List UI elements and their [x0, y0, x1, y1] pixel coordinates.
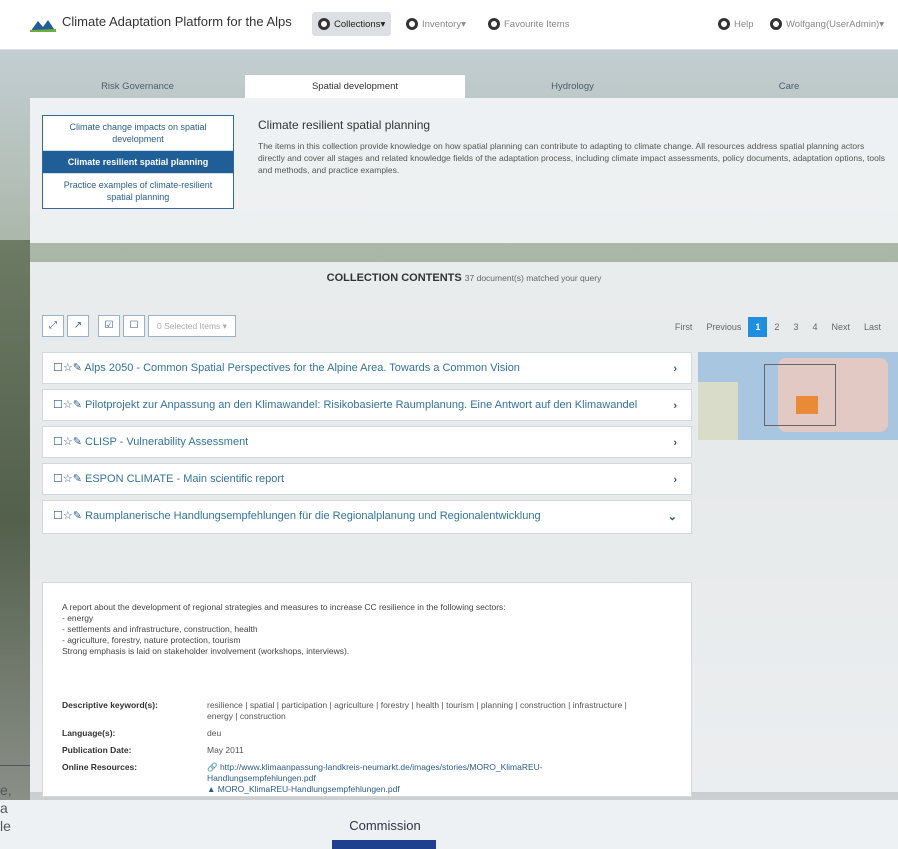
- collection-side-menu: Climate change impacts on spatial develo…: [42, 115, 234, 209]
- description-line: - settlements and infrastructure, constr…: [62, 624, 258, 634]
- help-label: Help: [734, 18, 754, 30]
- favourite-items-link[interactable]: Favourite Items: [482, 12, 575, 36]
- page-2[interactable]: 2: [767, 317, 786, 337]
- user-menu[interactable]: Wolfgang(UserAdmin)▾: [764, 12, 890, 36]
- background-left-strip: [0, 240, 30, 800]
- selected-items-dropdown[interactable]: 0 Selected Items ▾: [148, 315, 236, 337]
- background-footer: [0, 800, 898, 849]
- topic-tabs: Risk Governance Spatial development Hydr…: [30, 75, 898, 98]
- commission-bar: [332, 840, 436, 849]
- page-1[interactable]: 1: [748, 317, 768, 337]
- pdf-filename[interactable]: MORO_KlimaREU-Handlungsempfehlungen.pdf: [218, 784, 400, 794]
- list-item[interactable]: ☐☆✎ CLISP - Vulnerability Assessment ›: [42, 426, 692, 458]
- item-actions-icon[interactable]: ☐☆✎: [53, 362, 84, 374]
- inventory-label: Inventory▾: [422, 18, 466, 30]
- keywords-value: resilience | spatial | participation | a…: [207, 700, 627, 721]
- list-item[interactable]: ☐☆✎ Alps 2050 - Common Spatial Perspecti…: [42, 352, 692, 384]
- description-line: - agriculture, forestry, nature protecti…: [62, 635, 241, 645]
- description-line: A report about the development of region…: [62, 602, 506, 612]
- page-next[interactable]: Next: [824, 317, 857, 337]
- tab-care[interactable]: Care: [680, 75, 898, 98]
- collections-menu[interactable]: Collections▾: [312, 12, 392, 36]
- user-label: Wolfgang(UserAdmin)▾: [786, 18, 885, 30]
- map-focus-region: [796, 396, 818, 414]
- tab-risk-governance[interactable]: Risk Governance: [30, 75, 245, 98]
- keywords-label: Descriptive keyword(s):: [62, 700, 158, 710]
- app-logo-icon[interactable]: [30, 18, 56, 32]
- intro-text: The items in this collection provide kno…: [258, 141, 885, 175]
- list-item[interactable]: ☐☆✎ ESPON CLIMATE - Main scientific repo…: [42, 463, 692, 495]
- item-toolbar: ⤢ ↗ ☑ ☐ 0 Selected Items ▾: [42, 315, 236, 337]
- page-3[interactable]: 3: [786, 317, 805, 337]
- intro-title: Climate resilient spatial planning: [258, 118, 431, 132]
- item-actions-icon[interactable]: ☐☆✎: [53, 399, 85, 411]
- language-value: deu: [207, 728, 222, 738]
- collection-count: 37 document(s) matched your query: [464, 273, 602, 283]
- pubdate-label: Publication Date:: [62, 745, 132, 755]
- pagination: First Previous 1 2 3 4 Next Last: [668, 317, 888, 337]
- pubdate-value: May 2011: [207, 745, 244, 755]
- background-divider: [0, 765, 30, 766]
- collection-title: COLLECTION CONTENTS: [326, 272, 462, 284]
- chevron-right-icon[interactable]: ›: [673, 473, 677, 487]
- commission-label: Commission: [349, 818, 421, 833]
- chevron-right-icon[interactable]: ›: [673, 399, 677, 413]
- language-label: Language(s):: [62, 728, 116, 738]
- expand-all-icon[interactable]: ⤢: [42, 315, 64, 337]
- tab-hydrology[interactable]: Hydrology: [465, 75, 680, 98]
- background-text-fragment: le: [0, 818, 11, 834]
- location-map[interactable]: [698, 352, 898, 440]
- description-line: Strong emphasis is laid on stakeholder i…: [62, 646, 350, 656]
- document-title[interactable]: Alps 2050 - Common Spatial Perspectives …: [84, 362, 520, 374]
- help-link[interactable]: Help: [712, 12, 760, 36]
- side-item-impacts[interactable]: Climate change impacts on spatial develo…: [43, 116, 233, 151]
- inventory-menu[interactable]: Inventory▾: [400, 12, 472, 36]
- item-actions-icon[interactable]: ☐☆✎: [53, 473, 85, 485]
- side-item-practice-examples[interactable]: Practice examples of climate-resilient s…: [43, 174, 233, 208]
- help-icon: [718, 18, 730, 30]
- collections-label: Collections▾: [334, 18, 386, 30]
- list-item-expanded[interactable]: ☐☆✎ Raumplanerische Handlungsempfehlunge…: [42, 500, 692, 534]
- favourite-icon: [488, 18, 500, 30]
- document-title[interactable]: ESPON CLIMATE - Main scientific report: [85, 473, 284, 485]
- collection-header: COLLECTION CONTENTS 37 document(s) match…: [30, 272, 898, 284]
- online-resource-link[interactable]: 🔗 http://www.klimaanpassung-landkreis-ne…: [207, 762, 647, 784]
- detail-metadata: Descriptive keyword(s): resilience | spa…: [62, 700, 662, 801]
- page-last[interactable]: Last: [857, 317, 888, 337]
- document-title[interactable]: Pilotprojekt zur Anpassung an den Klimaw…: [85, 399, 637, 411]
- document-title[interactable]: Raumplanerische Handlungsempfehlungen fü…: [85, 510, 541, 522]
- chevron-right-icon[interactable]: ›: [673, 436, 677, 450]
- collections-icon: [318, 18, 330, 30]
- chevron-right-icon[interactable]: ›: [673, 362, 677, 376]
- deselect-icon[interactable]: ☐: [123, 315, 145, 337]
- page-previous[interactable]: Previous: [699, 317, 748, 337]
- chevron-down-icon[interactable]: ⌄: [668, 510, 677, 524]
- document-list: ☐☆✎ Alps 2050 - Common Spatial Perspecti…: [42, 352, 692, 539]
- background-text-fragment: e,: [0, 782, 12, 798]
- online-resources-label: Online Resources:: [62, 762, 138, 772]
- page-4[interactable]: 4: [805, 317, 824, 337]
- app-title[interactable]: Climate Adaptation Platform for the Alps: [62, 14, 292, 29]
- top-navbar: Climate Adaptation Platform for the Alps…: [0, 0, 898, 50]
- detail-description: A report about the development of region…: [62, 602, 637, 657]
- background-text-fragment: a: [0, 800, 8, 816]
- link-url[interactable]: http://www.klimaanpassung-landkreis-neum…: [207, 762, 543, 783]
- inventory-icon: [406, 18, 418, 30]
- select-all-icon[interactable]: ☑: [98, 315, 120, 337]
- favourite-label: Favourite Items: [504, 18, 570, 30]
- collapse-icon[interactable]: ↗: [67, 315, 89, 337]
- user-icon: [770, 18, 782, 30]
- list-item[interactable]: ☐☆✎ Pilotprojekt zur Anpassung an den Kl…: [42, 389, 692, 421]
- tab-spatial-development[interactable]: Spatial development: [245, 75, 465, 98]
- description-line: - energy: [62, 613, 94, 623]
- item-actions-icon[interactable]: ☐☆✎: [53, 510, 85, 522]
- side-item-resilient-planning[interactable]: Climate resilient spatial planning: [43, 151, 233, 174]
- pdf-resource-link[interactable]: ▲ MORO_KlimaREU-Handlungsempfehlungen.pd…: [207, 784, 647, 795]
- item-actions-icon[interactable]: ☐☆✎: [53, 436, 85, 448]
- page-first[interactable]: First: [668, 317, 700, 337]
- document-title[interactable]: CLISP - Vulnerability Assessment: [85, 436, 248, 448]
- map-land: [698, 382, 738, 440]
- map-viewport-box: [764, 364, 836, 426]
